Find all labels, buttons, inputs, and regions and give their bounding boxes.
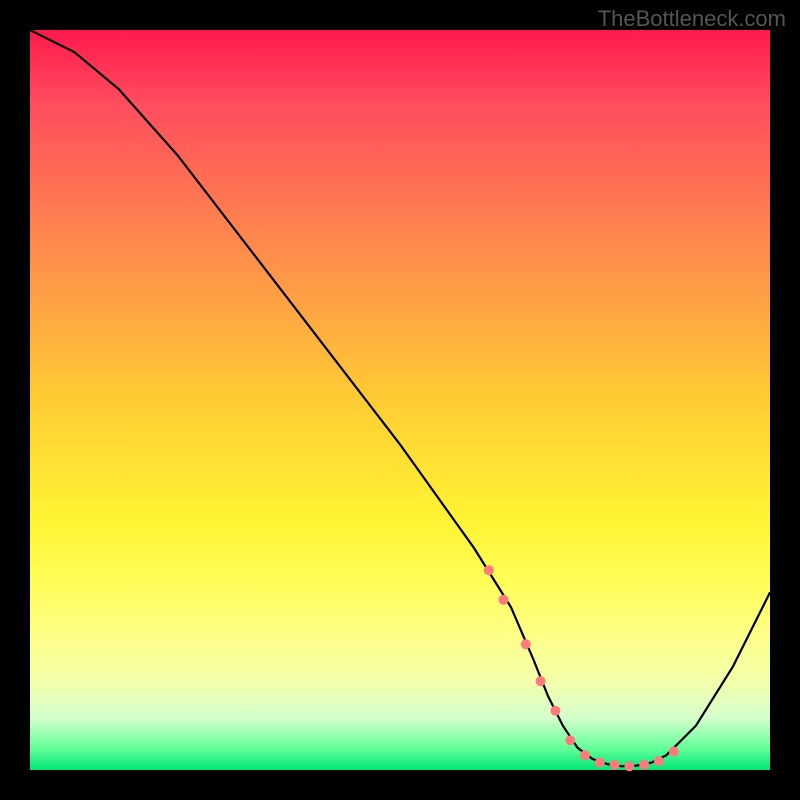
marker-dot bbox=[669, 747, 679, 757]
highlight-markers bbox=[484, 565, 679, 771]
chart-svg bbox=[30, 30, 770, 770]
marker-dot bbox=[536, 676, 546, 686]
marker-dot bbox=[521, 639, 531, 649]
marker-dot bbox=[654, 756, 664, 766]
marker-dot bbox=[639, 760, 649, 770]
marker-dot bbox=[580, 750, 590, 760]
marker-dot bbox=[499, 595, 509, 605]
marker-dot bbox=[610, 760, 620, 770]
watermark-text: TheBottleneck.com bbox=[598, 6, 786, 32]
bottleneck-curve-line bbox=[30, 30, 770, 766]
marker-dot bbox=[595, 758, 605, 768]
marker-dot bbox=[565, 735, 575, 745]
marker-dot bbox=[550, 706, 560, 716]
chart-plot-area bbox=[30, 30, 770, 770]
marker-dot bbox=[624, 761, 634, 771]
marker-dot bbox=[484, 565, 494, 575]
